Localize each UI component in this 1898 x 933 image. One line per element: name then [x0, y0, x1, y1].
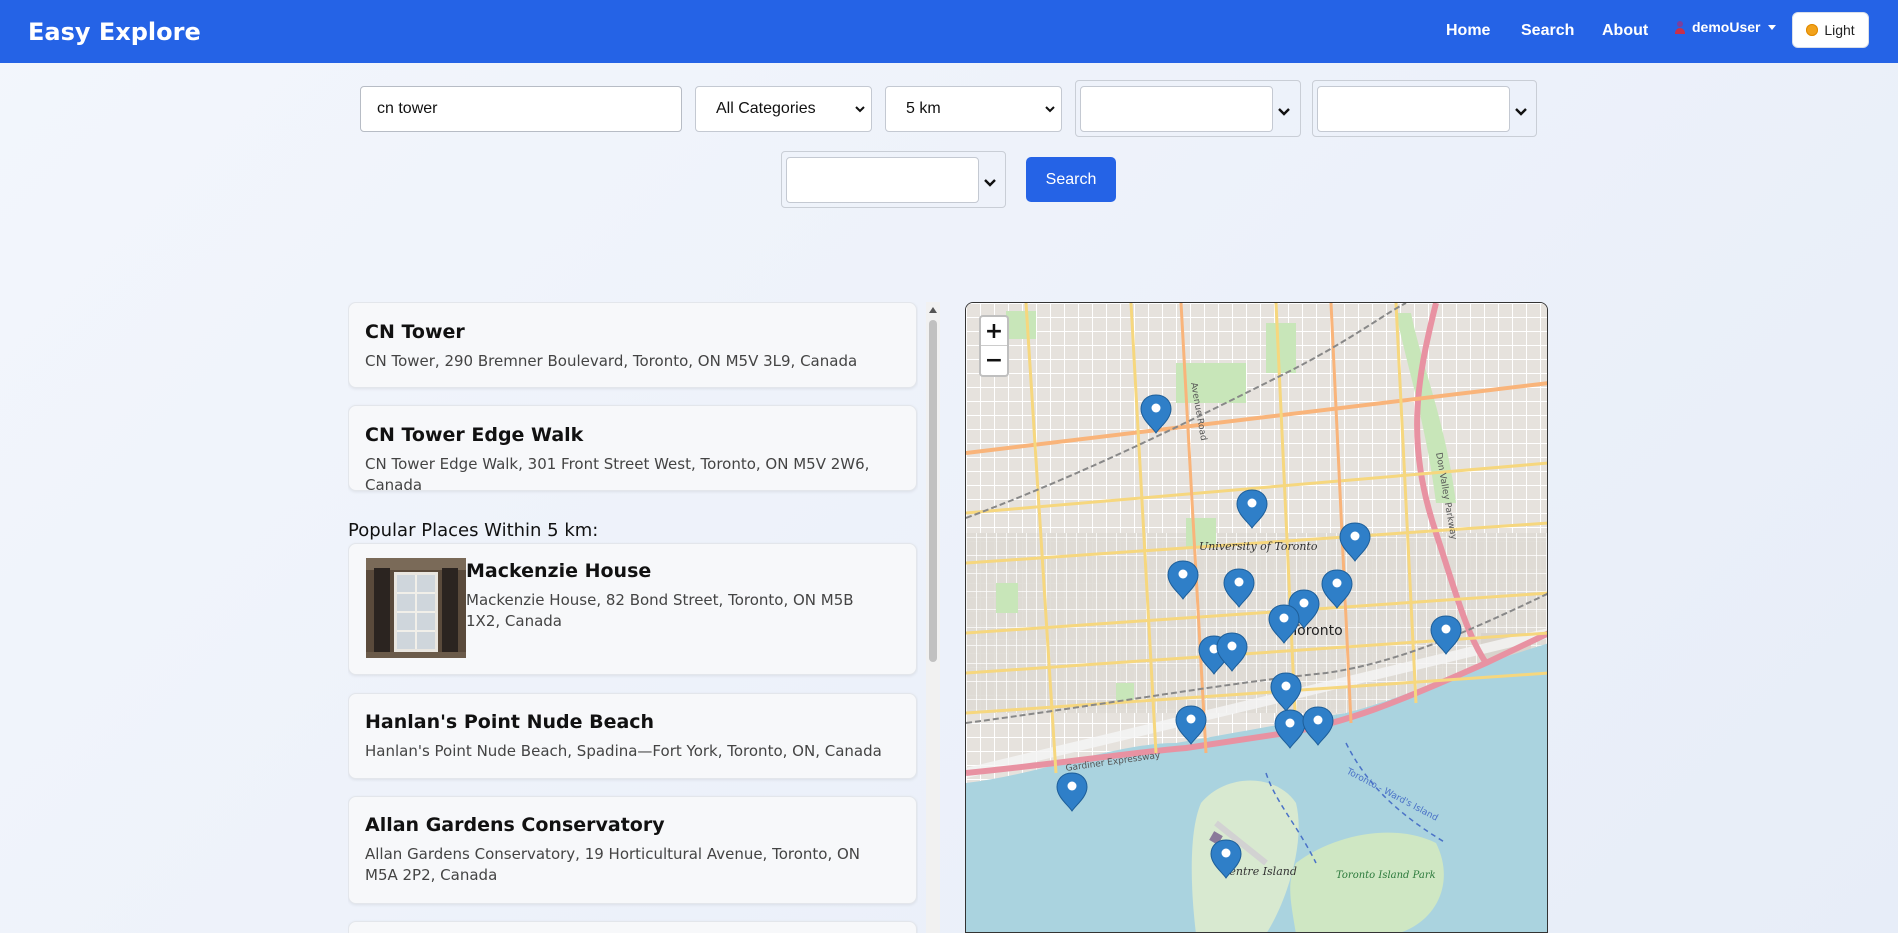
- theme-label: Light: [1824, 22, 1855, 38]
- popular-title[interactable]: Hanlan's Point Nude Beach: [365, 711, 654, 733]
- place-thumbnail: [366, 558, 466, 658]
- filter-select-3[interactable]: [781, 151, 1006, 208]
- popular-card[interactable]: Mackenzie House Mackenzie House, 82 Bond…: [348, 543, 917, 675]
- scroll-up-arrow-icon[interactable]: [929, 307, 937, 313]
- popular-card[interactable]: [348, 921, 917, 933]
- results-scrollbar[interactable]: [926, 302, 940, 933]
- results-list: CN Tower CN Tower, 290 Bremner Boulevard…: [348, 302, 918, 933]
- category-select-value: All Categories: [716, 100, 816, 117]
- map-tiles: University of Toronto Toronto Centre Isl…: [966, 303, 1547, 932]
- result-card[interactable]: CN Tower Edge Walk CN Tower Edge Walk, 3…: [348, 405, 917, 494]
- user-menu-dropdown[interactable]: demoUser: [1674, 19, 1777, 35]
- zoom-in-button[interactable]: +: [981, 317, 1007, 346]
- map-zoom-control: + −: [979, 315, 1009, 377]
- chevron-down-icon: [1768, 24, 1777, 30]
- search-input-value: cn tower: [377, 100, 438, 117]
- popular-title[interactable]: Mackenzie House: [466, 560, 651, 582]
- filter-select-1[interactable]: [1075, 80, 1301, 137]
- search-button[interactable]: Search: [1026, 157, 1116, 202]
- radius-select-value: 5 km: [906, 100, 941, 117]
- nav-about-link[interactable]: About: [1602, 22, 1648, 40]
- scroll-thumb[interactable]: [929, 320, 937, 662]
- category-select[interactable]: All Categories: [695, 86, 872, 132]
- popular-title[interactable]: Allan Gardens Conservatory: [365, 814, 665, 836]
- zoom-out-button[interactable]: −: [981, 346, 1007, 375]
- result-address: CN Tower, 290 Bremner Boulevard, Toronto…: [365, 352, 858, 370]
- result-address: CN Tower Edge Walk, 301 Front Street Wes…: [365, 455, 870, 494]
- result-card[interactable]: CN Tower CN Tower, 290 Bremner Boulevard…: [348, 302, 917, 388]
- filter-input-1[interactable]: [1080, 86, 1273, 132]
- popular-address: Allan Gardens Conservatory, 19 Horticult…: [365, 845, 861, 884]
- popular-card[interactable]: Allan Gardens Conservatory Allan Gardens…: [348, 796, 917, 904]
- filter-select-2[interactable]: [1312, 80, 1537, 137]
- map-label-island-park: Toronto Island Park: [1336, 870, 1436, 881]
- result-title[interactable]: CN Tower: [365, 321, 465, 343]
- filter-input-3[interactable]: [786, 157, 979, 203]
- chevron-down-icon[interactable]: [1515, 102, 1527, 121]
- search-input[interactable]: cn tower: [360, 86, 682, 132]
- navbar: Easy Explore Home Search About demoUser …: [0, 0, 1898, 63]
- theme-toggle-button[interactable]: Light: [1792, 12, 1869, 48]
- chevron-down-icon: [855, 104, 865, 114]
- map-view[interactable]: University of Toronto Toronto Centre Isl…: [965, 302, 1548, 933]
- popular-address: Mackenzie House, 82 Bond Street, Toronto…: [466, 591, 854, 630]
- radius-select[interactable]: 5 km: [885, 86, 1062, 132]
- nav-search-link[interactable]: Search: [1521, 22, 1574, 40]
- sun-icon: [1806, 24, 1819, 36]
- username-label: demoUser: [1692, 19, 1761, 35]
- popular-heading: Popular Places Within 5 km:: [348, 520, 599, 541]
- chevron-down-icon[interactable]: [1278, 102, 1290, 121]
- user-icon: [1674, 20, 1686, 34]
- popular-card[interactable]: Hanlan's Point Nude Beach Hanlan's Point…: [348, 693, 917, 779]
- result-title[interactable]: CN Tower Edge Walk: [365, 424, 583, 446]
- chevron-down-icon: [1045, 104, 1055, 114]
- map-label-university: University of Toronto: [1199, 540, 1318, 553]
- filter-input-2[interactable]: [1317, 86, 1510, 132]
- brand-logo[interactable]: Easy Explore: [28, 18, 201, 46]
- popular-address: Hanlan's Point Nude Beach, Spadina—Fort …: [365, 742, 882, 760]
- nav-home-link[interactable]: Home: [1446, 22, 1490, 40]
- chevron-down-icon[interactable]: [984, 173, 996, 192]
